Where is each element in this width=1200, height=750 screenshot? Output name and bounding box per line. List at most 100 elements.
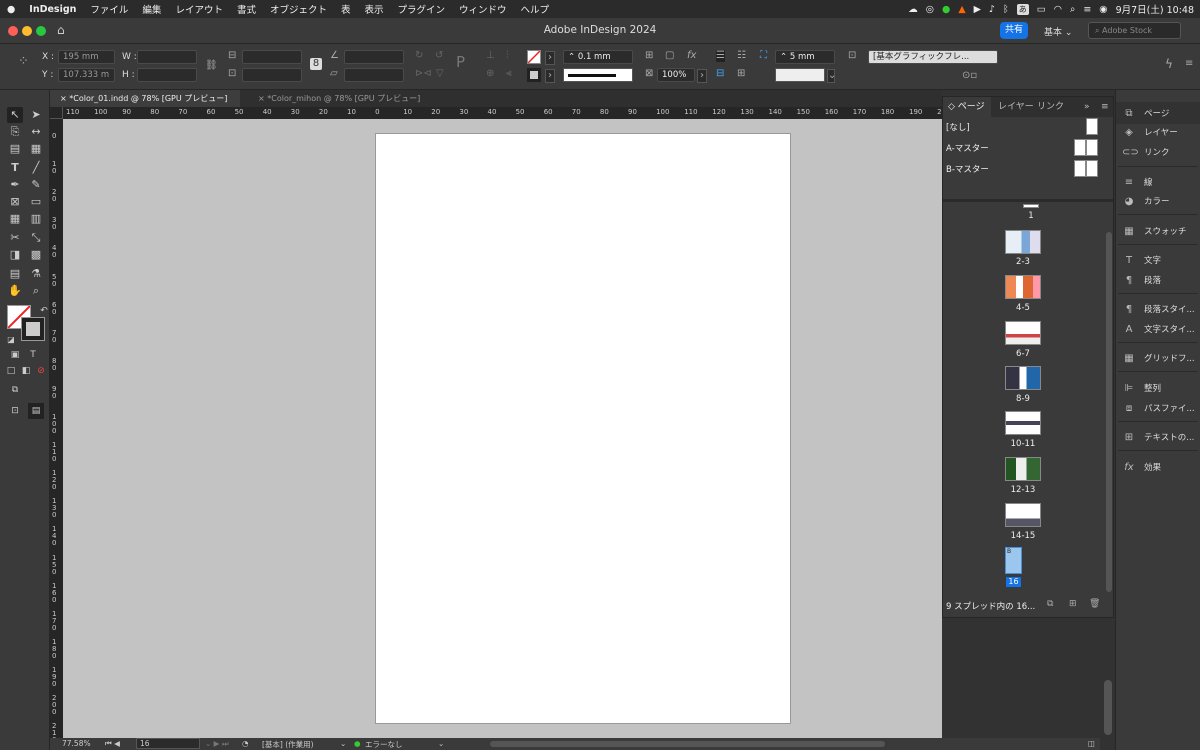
dock-align[interactable]: ⊫ 整列 <box>1122 379 1200 397</box>
fx-icon[interactable]: fx <box>687 50 696 62</box>
next-page-icon[interactable]: ⌄ ▶ ⏭ <box>205 739 229 749</box>
spread-12-13-label[interactable]: 12-13 <box>993 485 1053 495</box>
table-tool-icon[interactable]: ▦ <box>7 211 23 227</box>
master-a-left-thumb[interactable] <box>1074 139 1086 156</box>
zoom-level[interactable]: 77.58% <box>62 739 91 748</box>
flip-h-icon[interactable]: ⊳⊲ <box>415 68 432 80</box>
quick-apply-icon[interactable]: ⊙▫ <box>962 70 977 82</box>
constrain-scale-icon[interactable]: 8 <box>310 58 322 70</box>
menu-file[interactable]: ファイル <box>83 2 135 16</box>
dock-stroke[interactable]: ≡ 線 <box>1122 173 1200 191</box>
search-icon[interactable]: ⌕ <box>1070 4 1075 15</box>
column-icon[interactable]: ☰ <box>716 50 725 62</box>
cloud-icon[interactable]: ☁ <box>908 4 918 15</box>
stroke-weight-field[interactable]: ⌃ 0.1 mm <box>563 50 633 64</box>
shear-field[interactable] <box>344 68 404 82</box>
rotate-cw-icon[interactable]: ↻ <box>415 50 423 62</box>
dock-swatches[interactable]: ▦ スウォッチ <box>1122 222 1200 240</box>
dock-character[interactable]: T 文字 <box>1122 251 1200 269</box>
opacity-field[interactable]: 100% <box>657 68 695 82</box>
panel-menu-icon[interactable]: ≡ <box>1185 58 1193 70</box>
bluetooth-icon[interactable]: ᛒ <box>1003 4 1009 15</box>
stroke-style-swatch[interactable] <box>775 68 825 82</box>
flip-v-icon[interactable]: ▽ <box>436 68 444 80</box>
tab-pages[interactable]: ◇ ページ <box>943 97 991 117</box>
share-button[interactable]: 共有 <box>1000 22 1028 39</box>
opacity-dropdown-icon[interactable]: › <box>697 69 707 83</box>
clock[interactable]: 9月7日(土) 10:48 <box>1116 2 1194 16</box>
y-field[interactable]: 107.333 m <box>58 68 115 82</box>
volume-icon[interactable]: ♪ <box>989 4 995 15</box>
dock-grid-format[interactable]: ▦ グリッドフ... <box>1122 349 1200 367</box>
dock-pathfinder[interactable]: ⧈ パスファイ... <box>1122 399 1200 417</box>
page-tool-icon[interactable]: ⎘ <box>7 124 23 140</box>
page-16-label[interactable]: 16 <box>1006 577 1021 587</box>
panel-menu-icon[interactable]: ≡ <box>1101 97 1109 117</box>
document-page[interactable] <box>375 133 791 724</box>
stroke-dropdown-icon[interactable]: › <box>545 69 555 83</box>
tab-links[interactable]: リンク <box>1037 97 1064 117</box>
master-none-thumb[interactable] <box>1086 118 1098 135</box>
spread-8-9-thumb[interactable] <box>1005 366 1041 390</box>
text-wrap-icon[interactable]: ⊞ <box>645 50 653 62</box>
lightning-icon[interactable]: ϟ <box>1165 58 1173 70</box>
fill-dropdown-icon[interactable]: › <box>545 51 555 65</box>
rotate-ccw-icon[interactable]: ↺ <box>435 50 443 62</box>
preflight-status[interactable]: エラーなし <box>365 739 403 750</box>
spread-4-5-label[interactable]: 4-5 <box>993 303 1053 313</box>
workspace-switcher[interactable]: 基本 ⌄ <box>1044 25 1072 38</box>
page-number-field[interactable]: 16 <box>136 738 200 749</box>
content-placer-icon[interactable]: ▦ <box>28 141 44 157</box>
stroke-type-dropdown[interactable] <box>563 68 633 82</box>
screen-mode-icon[interactable]: ⧉ <box>7 382 23 398</box>
sync-icon[interactable]: ◎ <box>926 4 934 15</box>
rectangle-frame-tool-icon[interactable]: ⊠ <box>7 194 23 210</box>
p-icon[interactable]: P <box>456 55 465 70</box>
style-dropdown-icon[interactable]: ⌄ <box>340 739 346 748</box>
gradient-feather-tool-icon[interactable]: ▩ <box>28 247 44 263</box>
panel-collapse-icon[interactable]: » <box>1084 97 1090 117</box>
open-page-icon[interactable]: ◔ <box>242 739 249 748</box>
menu-object[interactable]: オブジェクト <box>263 2 334 16</box>
page-1-thumb[interactable] <box>1023 204 1039 208</box>
line-tool-icon[interactable]: ╱ <box>28 160 44 176</box>
align-top-icon[interactable]: ⊥ <box>486 50 495 62</box>
first-page-icon[interactable]: ⏮ ◀ <box>105 739 120 749</box>
delete-page-icon[interactable]: 🗑 <box>1089 599 1100 609</box>
apply-gradient-icon[interactable]: ◧ <box>18 363 34 379</box>
menu-table[interactable]: 表 <box>334 2 358 16</box>
gap-tool-icon[interactable]: ↔ <box>28 124 44 140</box>
apple-icon[interactable]: ● <box>0 4 22 15</box>
menu-window[interactable]: ウィンドウ <box>452 2 514 16</box>
split-view-icon[interactable]: ◫ <box>1088 739 1095 748</box>
dock-color[interactable]: ◕ カラー <box>1122 192 1200 210</box>
column-split-icon[interactable]: ☷ <box>737 50 746 62</box>
spread-6-7-thumb[interactable] <box>1005 321 1041 345</box>
acrobat-icon[interactable]: ▲ <box>958 4 965 15</box>
frame-fitting-icon[interactable]: ▢ <box>665 50 674 62</box>
gap-field[interactable]: ⌃ 5 mm <box>775 50 835 64</box>
grid-tool-icon[interactable]: ▥ <box>28 211 44 227</box>
preflight-dropdown-icon[interactable]: ⌄ <box>438 739 444 748</box>
dock-effects[interactable]: fx 効果 <box>1122 458 1200 476</box>
menu-edit[interactable]: 編集 <box>135 2 168 16</box>
rotate-field[interactable] <box>344 50 404 64</box>
default-colors-icon[interactable]: ◪ <box>3 332 19 348</box>
menu-type[interactable]: 書式 <box>230 2 263 16</box>
dock-paragraph[interactable]: ¶ 段落 <box>1122 271 1200 289</box>
spread-10-11-thumb[interactable] <box>1005 411 1041 435</box>
rectangle-tool-icon[interactable]: ▭ <box>28 194 44 210</box>
apply-color-icon[interactable]: □ <box>3 363 19 379</box>
new-page-icon[interactable]: ⊞ <box>1069 599 1077 609</box>
page-16-thumb[interactable]: B <box>1005 547 1022 574</box>
stroke-swatch[interactable] <box>527 68 541 82</box>
menu-layout[interactable]: レイアウト <box>168 2 230 16</box>
spread-8-9-label[interactable]: 8-9 <box>993 394 1053 404</box>
hand-tool-icon[interactable]: ✋ <box>7 283 23 299</box>
distribute-icon[interactable]: ⫶ <box>506 50 509 62</box>
stroke-color-box[interactable] <box>21 317 45 341</box>
horizontal-scrollbar[interactable] <box>490 741 885 747</box>
scale-x-field[interactable] <box>242 50 302 64</box>
green-app-icon[interactable]: ● <box>942 4 950 15</box>
tab-color-mihon[interactable]: × *Color_mihon @ 78% [GPU プレビュー] <box>248 90 438 107</box>
